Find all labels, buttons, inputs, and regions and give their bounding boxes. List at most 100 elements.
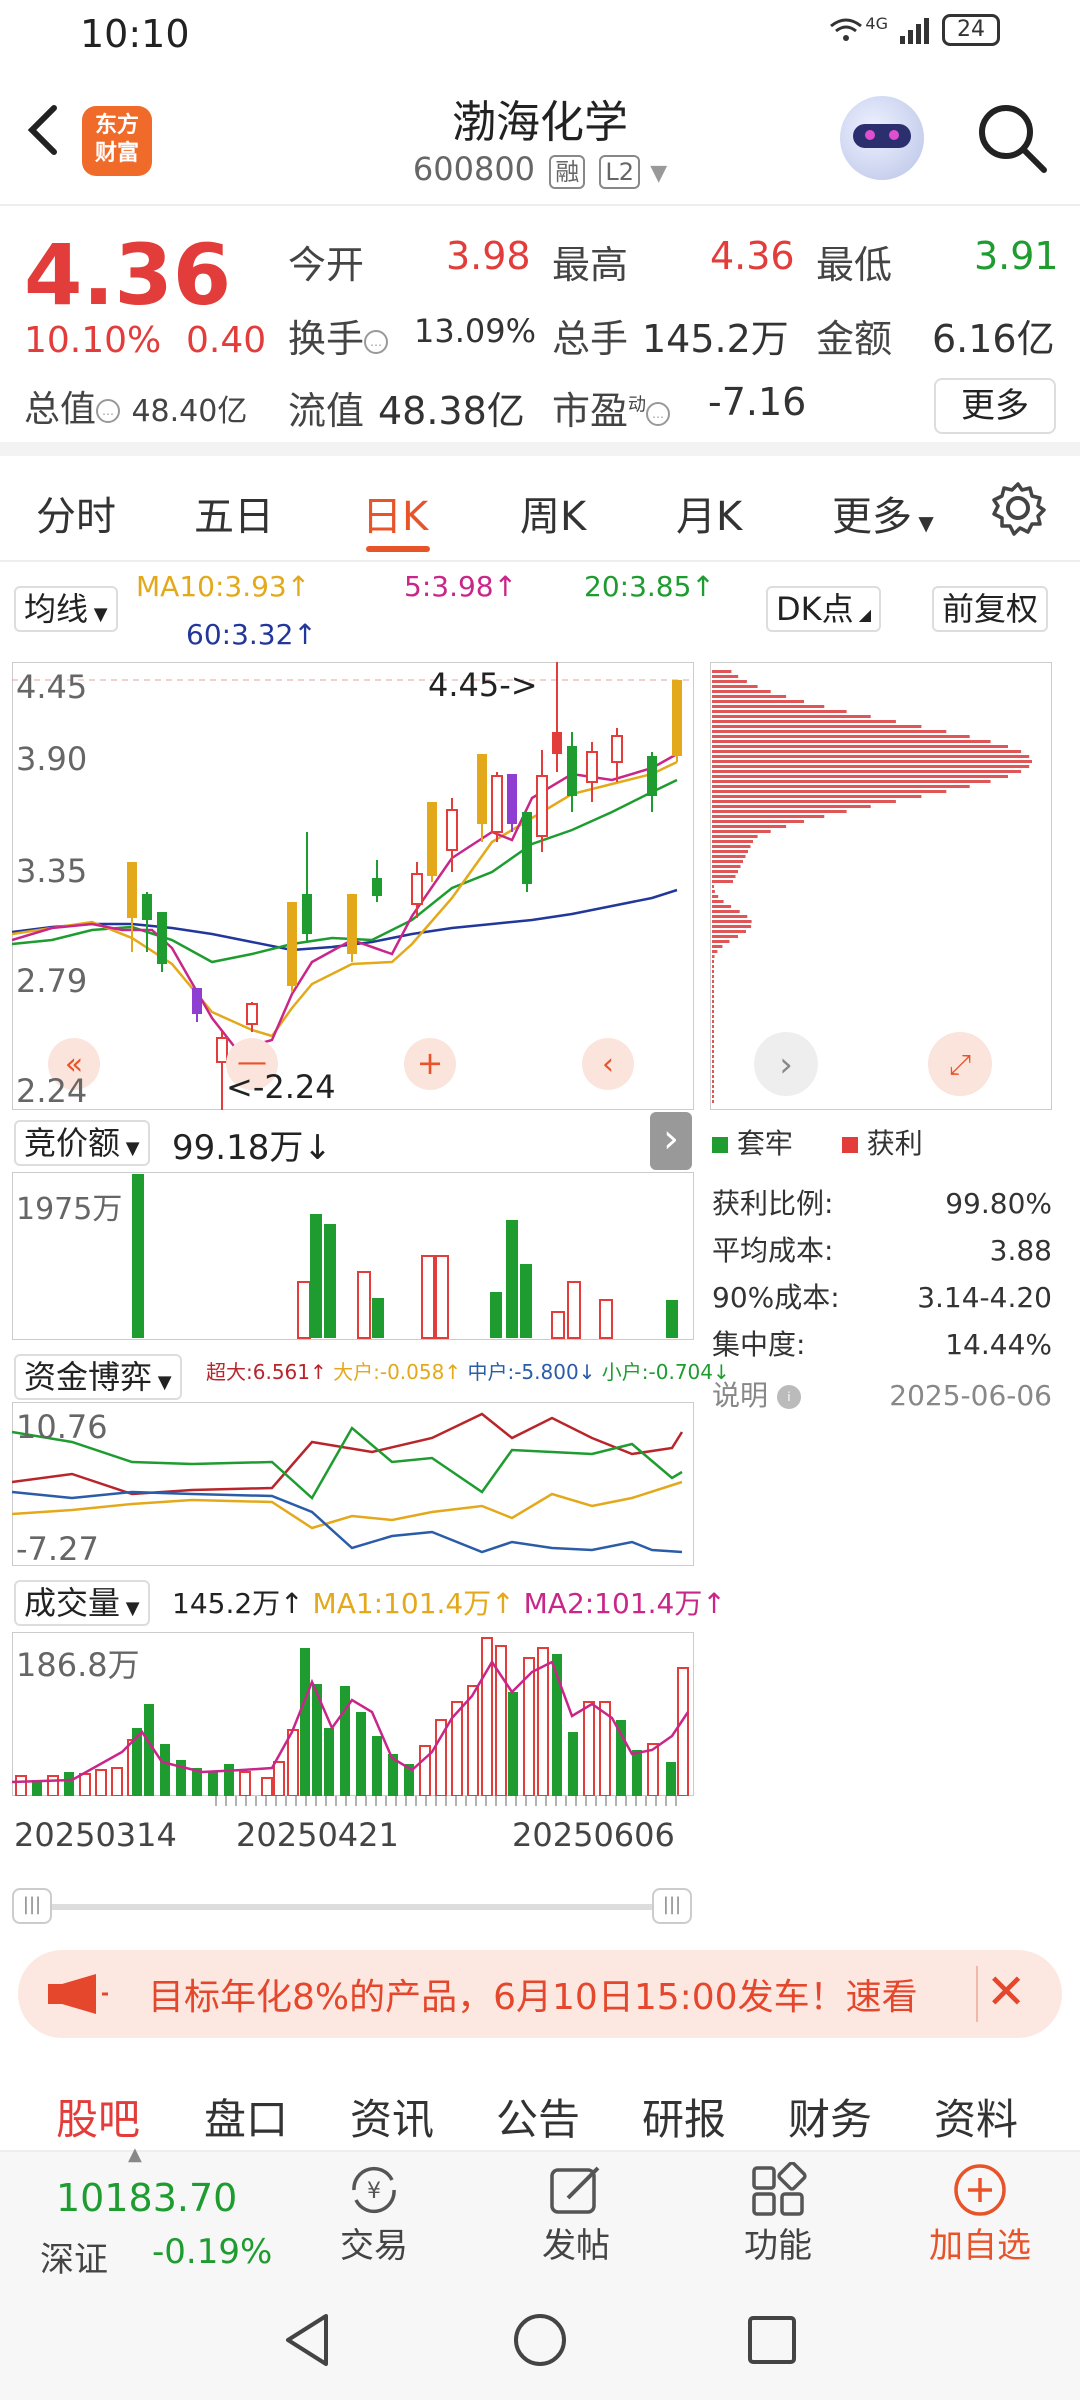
profit-ratio-label: 获利比例:	[712, 1187, 834, 1220]
amount-label: 金额	[816, 317, 893, 361]
low-marker: <-2.24	[226, 1068, 336, 1106]
system-nav-bar	[0, 2280, 1080, 2400]
more-button[interactable]: 更多	[934, 378, 1056, 434]
x-date-1: 20250314	[14, 1816, 177, 1854]
adjust-button[interactable]: 前复权	[932, 586, 1049, 632]
kline-chart[interactable]: « — + ‹	[12, 662, 694, 1110]
index-value[interactable]: 10183.70	[56, 2176, 237, 2220]
assistant-robot-icon[interactable]	[840, 96, 924, 180]
ma-selector[interactable]: 均线 ▼	[14, 586, 118, 632]
bottom-toolbar: ▲ 10183.70 深证 -0.19% ¥ 交易 发帖 功能 加自选	[0, 2144, 1080, 2280]
volume-selector[interactable]: 成交量 ▼	[14, 1580, 150, 1626]
active-tab-indicator	[366, 546, 430, 552]
legend-trapped: 套牢	[736, 1127, 793, 1160]
info-icon[interactable]: …	[96, 399, 121, 423]
y-label-3: 3.35	[16, 852, 88, 890]
pe-label: 市盈动…	[552, 380, 671, 435]
dk-button-wrap: DK点 ◢	[766, 584, 882, 632]
info-icon: i	[776, 1385, 801, 1409]
high-label: 最高	[552, 243, 629, 287]
volume-value: 145.2万	[642, 317, 789, 361]
volume-selector-wrap: 成交量 ▼	[14, 1578, 150, 1626]
pe-value: -7.16	[708, 380, 807, 424]
range-scroller[interactable]: ||| |||	[12, 1884, 692, 1930]
nav-recents-icon[interactable]	[744, 2312, 800, 2368]
tab-orderbook[interactable]: 盘口	[204, 2086, 288, 2147]
tab-daily-k[interactable]: 日K	[362, 484, 428, 542]
open-value: 3.98	[446, 234, 531, 278]
caret-up-icon: ▲	[128, 2144, 142, 2165]
volume-ma1: MA1:101.4万↑	[312, 1587, 515, 1620]
fundflow-selector[interactable]: 资金博弈 ▼	[14, 1354, 182, 1400]
bidding-selector-wrap: 竞价额 ▼	[14, 1118, 150, 1166]
tab-research[interactable]: 研报	[642, 2086, 726, 2147]
fundflow-chart	[12, 1402, 694, 1566]
fundflow-y-top: 10.76	[16, 1408, 108, 1446]
market-cap-value: 48.40亿	[131, 394, 248, 429]
level2-tag: L2	[599, 155, 641, 189]
volume-y-label: 186.8万	[16, 1646, 140, 1684]
tab-five-day[interactable]: 五日	[194, 484, 274, 542]
functions-label[interactable]: 功能	[698, 2218, 858, 2267]
tab-more[interactable]: 更多 ▼	[832, 484, 934, 542]
bidding-value: 99.18万↓	[172, 1128, 332, 1168]
svg-text:›: ›	[779, 1045, 793, 1085]
y-label-4: 2.79	[16, 962, 88, 1000]
ma5-label: 5:3.98↑	[404, 570, 518, 603]
close-icon[interactable]: ✕	[986, 1962, 1026, 2022]
post-icon[interactable]	[546, 2162, 606, 2218]
avg-cost-value: 3.88	[989, 1234, 1052, 1267]
app-header: 东方 财富 渤海化学 600800 融 L2 ▼	[0, 72, 1080, 206]
margin-tag: 融	[549, 155, 586, 189]
range-handle-right[interactable]: |||	[652, 1888, 692, 1924]
nav-back-icon[interactable]	[280, 2310, 336, 2370]
fundflow-y-bottom: -7.27	[16, 1530, 99, 1568]
post-label[interactable]: 发帖	[496, 2218, 656, 2267]
dk-button[interactable]: DK点 ◢	[766, 586, 882, 632]
tab-profile[interactable]: 资料	[934, 2086, 1018, 2147]
pe-sup: 动	[628, 394, 647, 416]
x-axis-ticks	[215, 1796, 677, 1806]
trade-label[interactable]: 交易	[294, 2218, 454, 2267]
avg-cost-label: 平均成本:	[712, 1234, 834, 1267]
ma20-label: 20:3.85↑	[584, 570, 715, 603]
nav-home-icon[interactable]	[510, 2310, 570, 2370]
promo-banner[interactable]: 目标年化8%的产品，6月10日15:00发车！速看 ✕	[18, 1950, 1062, 2038]
dropdown-icon: ▼	[650, 161, 668, 186]
volume-legend: 145.2万↑ MA1:101.4万↑ MA2:101.4万↑	[172, 1582, 726, 1622]
tab-news[interactable]: 资讯	[350, 2086, 434, 2147]
ma-selector-wrap: 均线 ▼	[14, 584, 118, 632]
tab-monthly-k[interactable]: 月K	[676, 484, 742, 542]
float-cap-value: 48.38亿	[378, 389, 525, 433]
gear-icon[interactable]	[988, 478, 1048, 538]
info-icon[interactable]: …	[364, 329, 389, 354]
functions-icon[interactable]	[748, 2162, 808, 2218]
bidding-selector[interactable]: 竞价额 ▼	[14, 1120, 150, 1166]
y-label-1: 4.45	[16, 668, 88, 706]
large-label: 大户:-0.058↑	[333, 1360, 462, 1384]
chip-date: 2025-06-06	[889, 1379, 1052, 1412]
tab-intraday[interactable]: 分时	[36, 484, 116, 542]
tab-weekly-k[interactable]: 周K	[520, 484, 586, 542]
tab-announcements[interactable]: 公告	[496, 2086, 580, 2147]
tab-finance[interactable]: 财务	[788, 2086, 872, 2147]
super-label: 超大:6.561↑	[206, 1360, 327, 1384]
add-watch-icon[interactable]	[950, 2162, 1010, 2218]
low-label: 最低	[816, 243, 893, 287]
open-label: 今开	[288, 243, 365, 287]
range-handle-left[interactable]: |||	[12, 1888, 52, 1924]
chip-distribution-chart[interactable]: › ⤢	[710, 662, 1052, 1110]
market-cap: 总值… 48.40亿	[24, 380, 247, 432]
ma60-label: 60:3.32↑	[186, 618, 317, 651]
info-icon[interactable]: …	[646, 401, 671, 426]
trade-icon[interactable]: ¥	[344, 2162, 404, 2218]
y-label-2: 3.90	[16, 740, 88, 778]
fundflow-selector-wrap: 资金博弈 ▼	[14, 1352, 182, 1400]
add-watch-label[interactable]: 加自选	[900, 2218, 1060, 2267]
search-icon[interactable]	[976, 102, 1048, 174]
float-cap-label: 流值	[288, 389, 365, 433]
panel-expand-arrow-icon[interactable]: ›	[650, 1112, 692, 1170]
turnover-value: 13.09%	[414, 312, 537, 350]
high-marker: 4.45->	[428, 666, 538, 704]
tab-forum[interactable]: 股吧	[56, 2086, 140, 2147]
